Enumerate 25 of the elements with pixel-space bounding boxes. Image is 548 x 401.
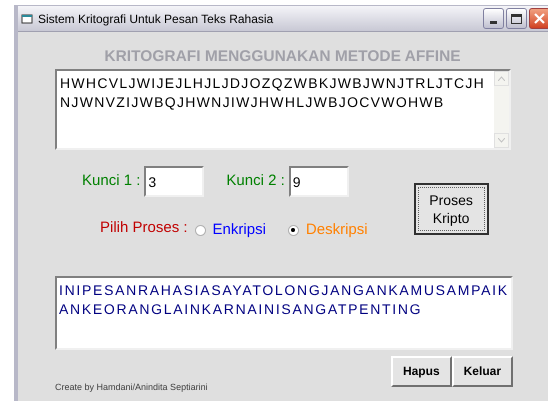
radio-icon[interactable] — [288, 224, 299, 236]
cipher-text-line: HWHCVLJWIJEJLHJLJDJOZQZWBKJWBJWNJTRLJTCJH — [60, 74, 486, 93]
credit-text: Create by Hamdani/Anindita Septiarini — [55, 381, 208, 394]
radio-icon[interactable] — [194, 224, 206, 236]
plain-text-line: INIPESANRAHASIASAYATOLONGJANGANKAMUSAMPAIK — [59, 280, 509, 300]
process-button[interactable]: Proses Kripto — [414, 183, 489, 235]
input-text-field[interactable]: HWHCVLJWIJEJLHJLJDJOZQZWBKJWBJWNJTRLJTCJH NJWNVZIJWBQJHWNJIWJHWHLJWBJOCVWOHWB — [55, 69, 511, 150]
process-radio[interactable]: Enkripsi — [194, 219, 266, 242]
key-label: Kunci 2 : — [226, 171, 285, 192]
output-text-field[interactable]: INIPESANRAHASIASAYATOLONGJANGANKAMUSAMPAIK ANKEORANGLAINKARNAINISANGATPENTING — [55, 276, 513, 350]
key-input[interactable]: 3 — [144, 166, 204, 197]
process-label: Pilih Proses : — [100, 218, 188, 238]
close-icon[interactable] — [534, 13, 545, 24]
action-button[interactable]: Keluar — [452, 356, 513, 386]
plain-text-line: ANKEORANGLAINKARNAINISANGATPENTING — [59, 300, 422, 318]
heading: KRITOGRAFI MENGGUNAKAN METODE AFFINE — [103, 48, 462, 66]
maximize-button[interactable] — [506, 8, 527, 29]
key-input[interactable]: 9 — [288, 166, 349, 197]
cipher-text-line: NJWNVZIJWBQJHWNJIWJHWHLJWBJOCVWOHWB — [60, 93, 445, 112]
key-label: Kunci 1 : — [82, 171, 140, 192]
action-button[interactable]: Hapus — [390, 356, 452, 386]
app-icon — [21, 12, 33, 24]
minimize-button[interactable] — [483, 8, 504, 29]
window-title: Sistem Kritografi Untuk Pesan Teks Rahasia — [38, 10, 274, 28]
close-button[interactable] — [529, 8, 548, 29]
